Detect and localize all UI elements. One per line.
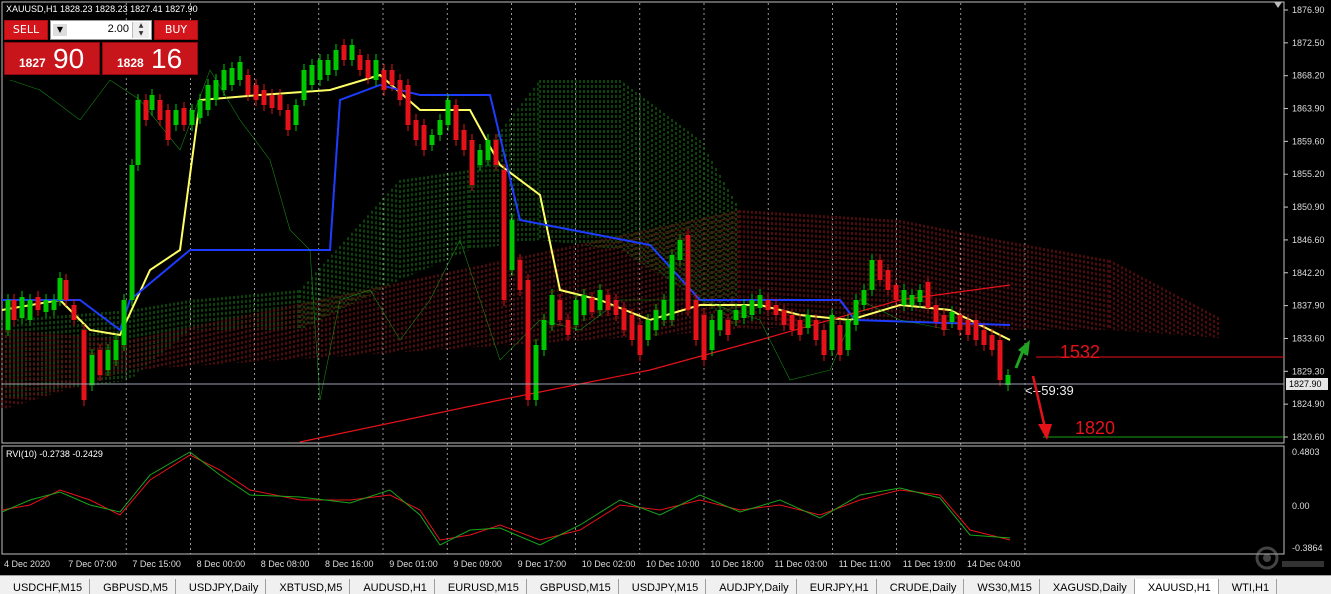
time-axis: 4 Dec 2020 7 Dec 07:00 7 Dec 15:00 8 Dec 00… — [4, 559, 1021, 569]
chart-tab[interactable]: USDJPY,Daily — [176, 579, 267, 594]
time-tick-label: 7 Dec 15:00 — [132, 559, 181, 569]
time-tick-label: 11 Dec 19:00 — [903, 559, 956, 569]
time-tick-label: 8 Dec 00:00 — [197, 559, 246, 569]
one-click-trading-panel: SELL ▼ 2.00 ▲ ▼ BUY 1827 90 1828 16 — [4, 20, 198, 75]
indicator-axis: 0.48030.00-0.3864 — [1292, 447, 1323, 553]
price-axis: 1876.90 1872.50 1868.20 1863.90 1859.60 1855.… — [1284, 5, 1325, 442]
spin-down-icon[interactable]: ▼ — [133, 30, 149, 38]
indicator-tick-label: 0.4803 — [1292, 447, 1320, 457]
chart-tab[interactable]: WTI,H1 — [1219, 579, 1278, 594]
buy-price-button[interactable]: 1828 16 — [102, 42, 198, 75]
time-tick-label: 10 Dec 02:00 — [582, 559, 636, 569]
sell-price-button[interactable]: 1827 90 — [4, 42, 100, 75]
time-tick-label: 10 Dec 10:00 — [646, 559, 700, 569]
price-tick-label: 1850.90 — [1292, 202, 1325, 212]
sell-price-prefix: 1827 — [19, 56, 46, 70]
time-tick-label: 8 Dec 08:00 — [261, 559, 310, 569]
chart-tab[interactable]: XBTUSD,M5 — [266, 579, 351, 594]
time-tick-label: 11 Dec 11:00 — [839, 559, 891, 569]
lot-size-value[interactable]: 2.00 — [108, 23, 129, 35]
price-tick-label: 1833.60 — [1292, 333, 1325, 343]
chart-tab[interactable]: XAUUSD,H1 — [1134, 579, 1219, 594]
time-tick-label: 4 Dec 2020 — [4, 559, 50, 569]
chart-area[interactable]: 1876.90 1872.50 1868.20 1863.90 1859.60 1855.… — [0, 0, 1331, 575]
chart-tab[interactable]: GBPUSD,M15 — [527, 579, 619, 594]
price-tick-label: 1868.20 — [1292, 71, 1325, 81]
time-tick-label: 11 Dec 03:00 — [774, 559, 827, 569]
lot-size-field[interactable]: ▼ 2.00 ▲ ▼ — [50, 20, 152, 40]
chart-tab[interactable]: CRUDE,Daily — [877, 579, 965, 594]
indicator-tick-label: 0.00 — [1292, 501, 1310, 511]
chart-tab[interactable]: USDCHF,M15 — [0, 579, 91, 594]
price-tick-label: 1837.90 — [1292, 301, 1325, 311]
chart-tab[interactable]: AUDUSD,H1 — [350, 579, 435, 594]
time-tick-label: 14 Dec 04:00 — [967, 559, 1021, 569]
price-tick-label: 1876.90 — [1292, 5, 1325, 15]
price-tick-label: 1855.20 — [1292, 169, 1325, 179]
chart-tab[interactable]: XAGUSD,Daily — [1040, 579, 1135, 594]
time-tick-label: 10 Dec 18:00 — [710, 559, 764, 569]
indicator-header: RVI(10) -0.2738 -0.2429 — [6, 449, 103, 459]
buy-price-pips: 16 — [151, 43, 183, 74]
chart-tab[interactable]: EURUSD,M15 — [435, 579, 527, 594]
time-tick-label: 7 Dec 07:00 — [68, 559, 117, 569]
price-tick-label: 1872.50 — [1292, 38, 1325, 48]
chart-tab[interactable]: WS30,M15 — [964, 579, 1040, 594]
symbol-header: XAUUSD,H1 1828.23 1828.23 1827.41 1827.9… — [6, 4, 198, 14]
chart-tab-bar: USDCHF,M15 GBPUSD,M5 USDJPY,Daily XBTUSD,M5… — [0, 575, 1331, 594]
price-tick-label: 1863.90 — [1292, 104, 1325, 114]
sell-price-pips: 90 — [53, 43, 85, 74]
current-price-label: 1827.90 — [1289, 379, 1322, 389]
bar-countdown: <--59:39 — [1025, 383, 1074, 398]
lot-spinner[interactable]: ▲ ▼ — [132, 22, 149, 38]
spin-up-icon[interactable]: ▲ — [133, 22, 149, 30]
price-tick-label: 1842.20 — [1292, 268, 1325, 278]
price-tick-label: 1846.60 — [1292, 235, 1325, 245]
buy-button[interactable]: BUY — [154, 20, 198, 40]
time-tick-label: 9 Dec 17:00 — [518, 559, 567, 569]
chart-tab[interactable]: USDJPY,M15 — [619, 579, 707, 594]
buy-price-prefix: 1828 — [117, 56, 144, 70]
price-tick-label: 1824.90 — [1292, 399, 1325, 409]
price-tick-label: 1829.30 — [1292, 366, 1325, 376]
time-tick-label: 8 Dec 16:00 — [325, 559, 374, 569]
level-label-lower: 1820 — [1075, 418, 1115, 438]
price-tick-label: 1820.60 — [1292, 432, 1325, 442]
dropdown-arrow-icon[interactable]: ▼ — [53, 24, 67, 36]
time-tick-label: 9 Dec 01:00 — [389, 559, 438, 569]
chart-tab[interactable]: GBPUSD,M5 — [90, 579, 176, 594]
price-tick-label: 1859.60 — [1292, 136, 1325, 146]
indicator-pane-frame — [1, 445, 1285, 555]
level-label-upper: 1532 — [1060, 342, 1100, 362]
time-tick-label: 9 Dec 09:00 — [453, 559, 502, 569]
chart-tab[interactable]: EURJPY,H1 — [797, 579, 877, 594]
sell-button[interactable]: SELL — [4, 20, 48, 40]
chart-tab[interactable]: AUDJPY,Daily — [706, 579, 797, 594]
watermark-logo-icon — [1255, 546, 1324, 570]
